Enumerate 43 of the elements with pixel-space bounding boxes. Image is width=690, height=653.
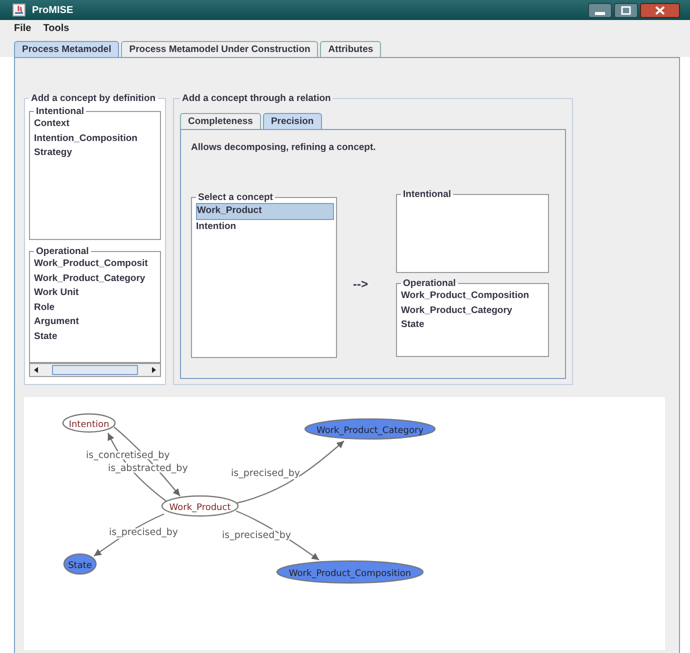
- description-text: Allows decomposing, refining a concept.: [191, 142, 377, 153]
- list-item[interactable]: Work_Product_Category: [401, 304, 544, 318]
- list-title: Intentional: [35, 106, 86, 117]
- list-title: Operational: [402, 278, 457, 290]
- close-icon[interactable]: [640, 2, 680, 18]
- list-title: Intentional: [402, 189, 452, 200]
- group-title: Add a concept by definition: [30, 93, 157, 104]
- list-item[interactable]: Intention: [196, 220, 332, 234]
- list-item[interactable]: Context: [34, 117, 156, 132]
- list-item[interactable]: State: [401, 318, 544, 333]
- list-item[interactable]: Work_Product: [196, 203, 334, 220]
- minimize-icon[interactable]: [588, 2, 612, 18]
- window-title: ProMISE: [32, 4, 74, 16]
- list-item[interactable]: State: [34, 330, 156, 344]
- list-item[interactable]: Strategy: [34, 146, 156, 160]
- concept-node: Work_Product_Composition: [276, 560, 424, 584]
- scroll-thumb[interactable]: [52, 365, 138, 375]
- menu-item[interactable]: Tools: [43, 23, 70, 34]
- list-item[interactable]: Role: [34, 300, 156, 315]
- concept-node: Intention: [62, 413, 116, 433]
- list-title: Select a concept: [197, 192, 274, 203]
- list-item[interactable]: Work_Product_Composition: [401, 289, 544, 304]
- list-item[interactable]: Work Unit: [34, 286, 156, 300]
- edge-label: is_precised_by: [231, 468, 300, 479]
- horizontal-scrollbar[interactable]: [29, 363, 161, 377]
- tab[interactable]: Process Metamodel: [14, 41, 120, 57]
- arrow-label: -->: [353, 277, 368, 291]
- tab[interactable]: Attributes: [320, 41, 382, 57]
- app-icon: [12, 3, 26, 17]
- tab[interactable]: Process Metamodel Under Construction: [121, 41, 318, 57]
- tab[interactable]: Completeness: [180, 113, 261, 129]
- list-item[interactable]: Intention_Composition: [34, 132, 156, 146]
- concept-node: Work_Product: [161, 495, 239, 517]
- group-title: Add a concept through a relation: [181, 93, 332, 104]
- maximize-icon[interactable]: [614, 2, 638, 18]
- tab[interactable]: Precision: [262, 113, 322, 129]
- list-title: Operational: [35, 246, 90, 257]
- list-item[interactable]: Work_Product_Category: [34, 272, 156, 286]
- concept-node: Work_Product_Category: [304, 418, 436, 440]
- menu-item[interactable]: File: [14, 23, 32, 34]
- concept-node: State: [63, 553, 97, 575]
- list-item[interactable]: Work_Product_Composit: [34, 257, 156, 272]
- list-item[interactable]: Argument: [34, 315, 156, 330]
